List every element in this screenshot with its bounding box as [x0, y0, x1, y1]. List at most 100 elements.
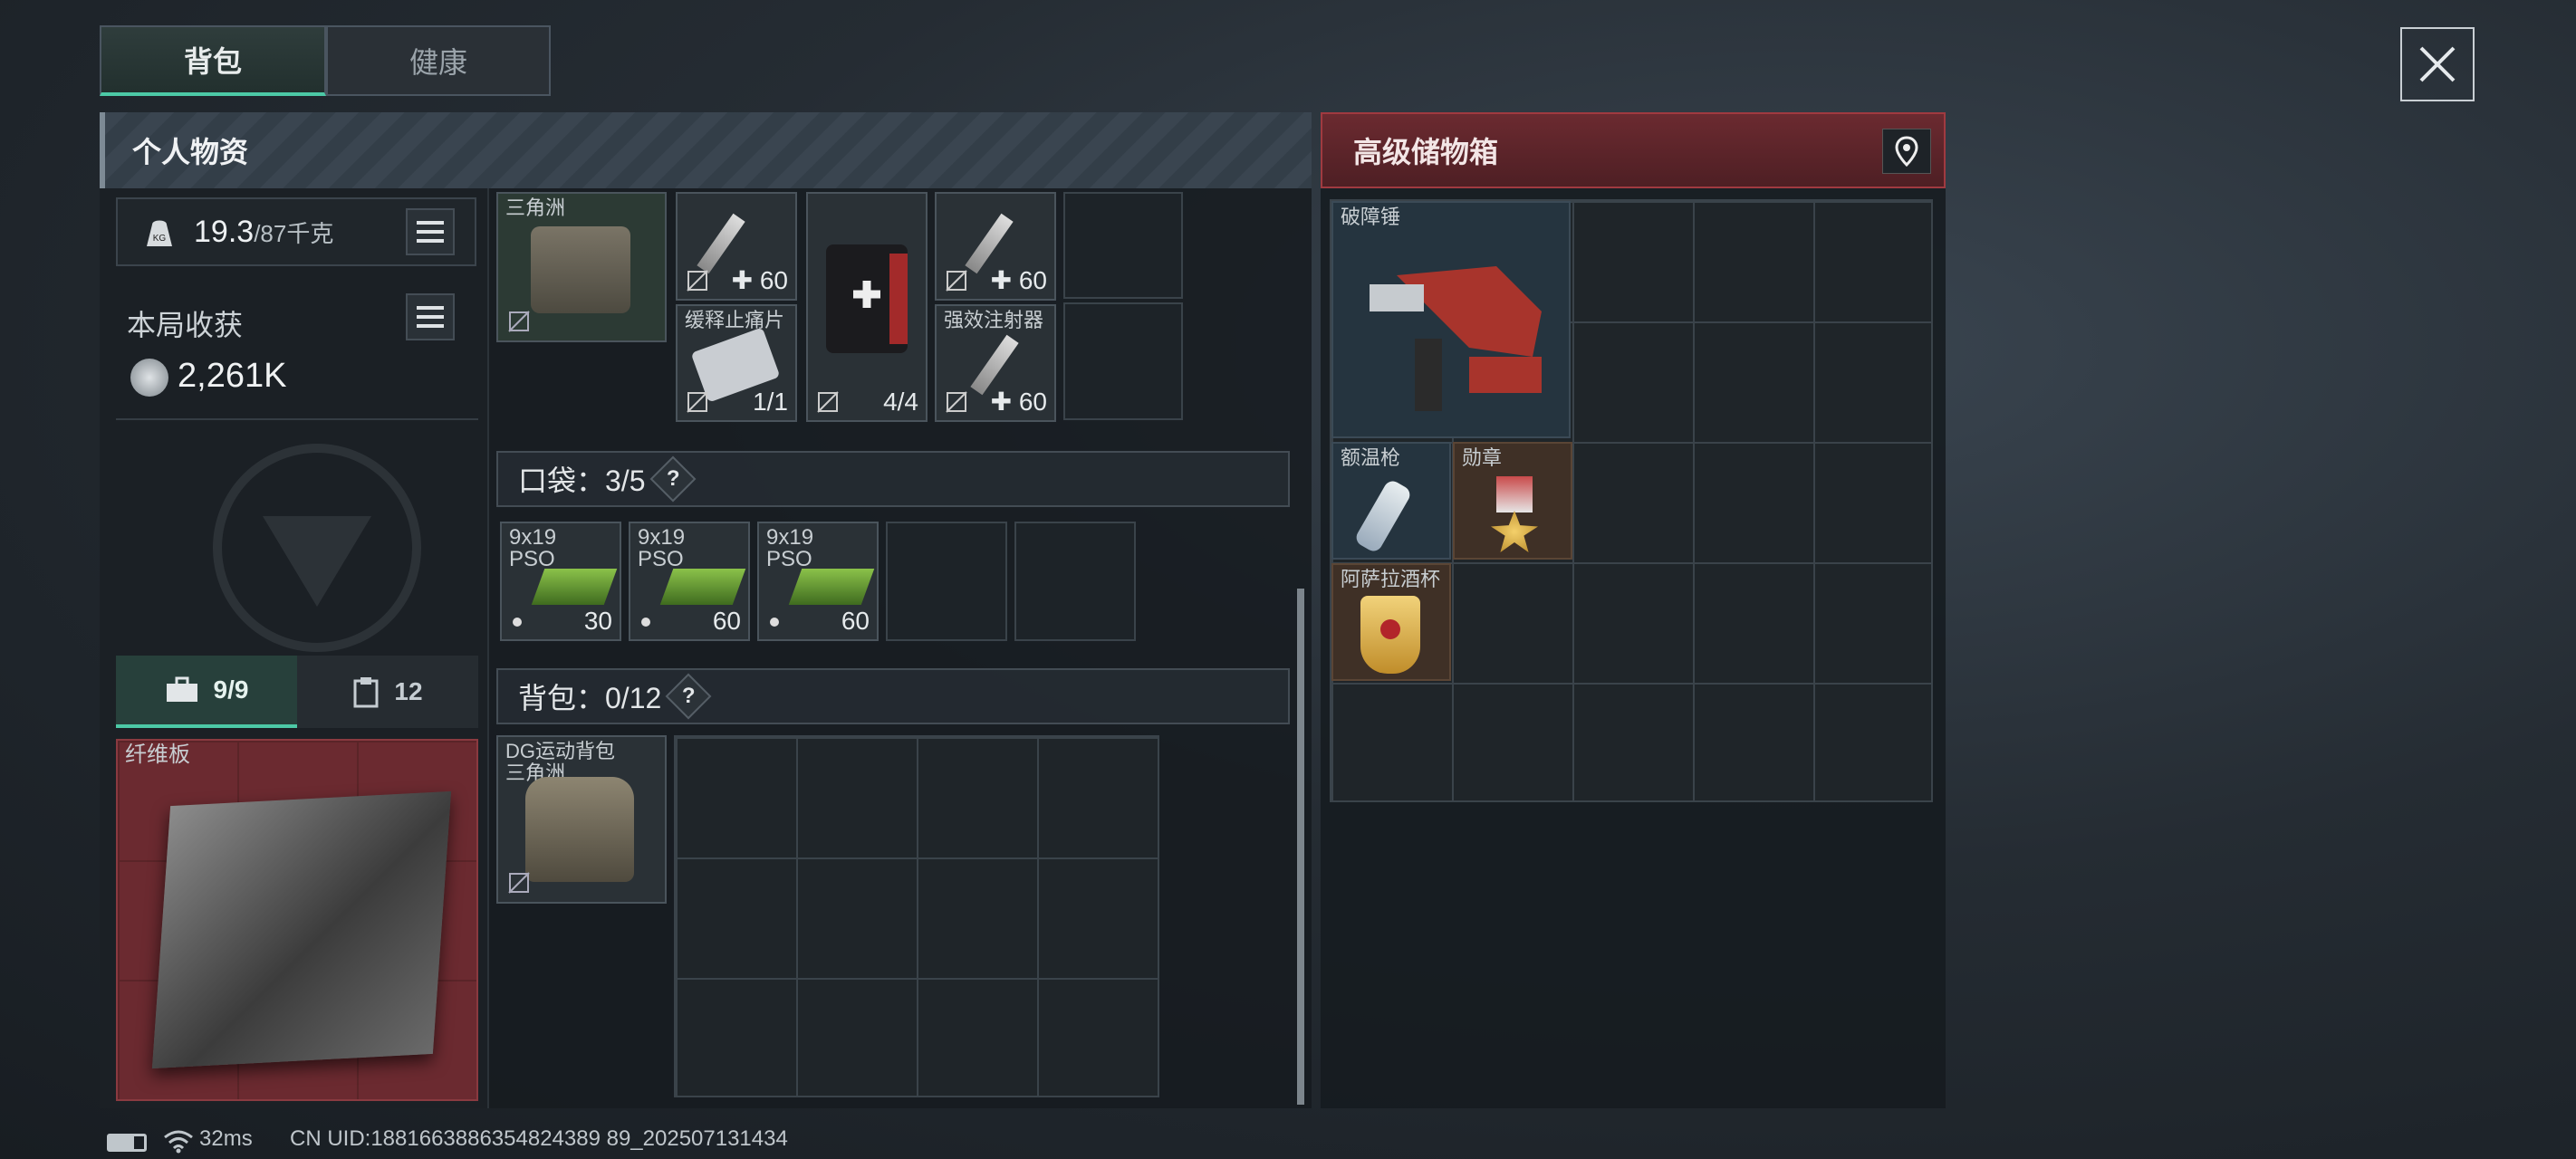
toolbox-icon: [166, 676, 197, 702]
storage-item-medal[interactable]: 勋章: [1453, 442, 1572, 560]
rig-empty-slot[interactable]: [1063, 302, 1183, 420]
tab-health-label: 健康: [409, 46, 467, 79]
location-pin-button[interactable]: [1882, 129, 1931, 174]
pocket-ammo-2[interactable]: 9x19 PSO 60: [629, 522, 750, 641]
pockets-bar: 口袋：3/5 ?: [496, 451, 1290, 507]
storage-item-thermometer[interactable]: 额温枪: [1331, 442, 1451, 560]
unlinked-icon: [687, 391, 708, 413]
goblet-icon: [1360, 596, 1420, 674]
medal-ribbon-icon: [1496, 476, 1533, 512]
ammo-name: 9x19 PSO: [509, 525, 557, 571]
fiber-plate-icon: [151, 790, 452, 1069]
pills-count: 1/1: [753, 388, 788, 416]
pockets-help-button[interactable]: ?: [649, 455, 696, 503]
breach-hammer-label: 破障锤: [1341, 206, 1401, 228]
armor-slot[interactable]: 纤维板: [116, 739, 478, 1101]
weight-max: /87千克: [254, 219, 334, 247]
storage-item-breach-hammer[interactable]: 破障锤: [1331, 201, 1571, 438]
storage-header: 高级储物箱: [1321, 112, 1946, 188]
equipment-count: 9/9: [213, 675, 249, 704]
unlinked-icon: [508, 872, 530, 894]
tab-clipboard[interactable]: 12: [297, 656, 478, 728]
close-button[interactable]: [2400, 27, 2475, 101]
pocket-ammo-3[interactable]: 9x19 PSO 60: [757, 522, 879, 641]
drill-icon: [1370, 266, 1542, 411]
thermometer-label: 额温枪: [1341, 446, 1401, 469]
uid-text: CN UID:1881663886354824389 89_2025071314…: [290, 1126, 788, 1151]
ammo-name: 9x19 PSO: [638, 525, 686, 571]
medal-label: 勋章: [1462, 446, 1503, 469]
emblem-watermark-icon: [213, 444, 421, 652]
rig-item-injector-2[interactable]: ✚ 60: [935, 192, 1056, 301]
rig-item-pills[interactable]: 缓释止痛片 1/1: [676, 304, 797, 422]
medkit-count: 4/4: [883, 388, 918, 416]
pills-label: 缓释止痛片: [685, 309, 785, 331]
dot-icon: [770, 618, 779, 627]
clipboard-count: 12: [394, 677, 423, 705]
thermometer-icon: [1353, 477, 1413, 555]
unlinked-icon: [508, 311, 530, 332]
dot-icon: [513, 618, 522, 627]
pocket-empty-slot[interactable]: [886, 522, 1007, 641]
pocket-empty-slot[interactable]: [1014, 522, 1136, 641]
storage-item-cup[interactable]: 阿萨拉酒杯: [1331, 563, 1451, 681]
ping-text: 32ms: [199, 1126, 253, 1151]
backpack-bar: 背包：0/12 ?: [496, 668, 1290, 724]
divider: [116, 418, 478, 420]
rig-item-medkit[interactable]: 4/4: [806, 192, 928, 422]
tab-equipment[interactable]: 9/9: [116, 656, 297, 728]
cup-label: 阿萨拉酒杯: [1341, 568, 1441, 590]
close-icon: [2419, 46, 2456, 82]
rig-item-injector-1[interactable]: ✚ 60: [676, 192, 797, 301]
rig-slot[interactable]: 三角洲: [496, 192, 667, 342]
medkit-icon: [826, 244, 908, 353]
rig-item-value: ✚ 60: [990, 388, 1047, 416]
weight-icon: KG: [147, 220, 172, 246]
earnings-list-button[interactable]: [406, 293, 455, 340]
ammo-box-icon: [788, 569, 875, 605]
pockets-label: 口袋：3/5: [518, 465, 646, 497]
scrollbar[interactable]: [1297, 589, 1304, 1105]
unlinked-icon: [687, 270, 708, 292]
storage-title: 高级储物箱: [1353, 136, 1499, 168]
coin-icon: [130, 359, 168, 397]
tab-backpack[interactable]: 背包: [100, 25, 326, 96]
dot-icon: [641, 618, 650, 627]
personal-header: 个人物资: [100, 112, 1312, 188]
strong-injector-label: 强效注射器: [944, 309, 1044, 331]
rig-empty-slot[interactable]: [1063, 192, 1183, 299]
tab-health[interactable]: 健康: [326, 25, 551, 96]
unlinked-icon: [946, 270, 967, 292]
weight-value: 19.3: [194, 214, 255, 249]
ammo-box-icon: [531, 569, 618, 605]
ammo-box-icon: [659, 569, 746, 605]
location-pin-icon: [1895, 136, 1918, 167]
tab-backpack-label: 背包: [183, 45, 242, 78]
unlinked-icon: [946, 391, 967, 413]
ammo-name: 9x19 PSO: [766, 525, 814, 571]
ammo-count: 30: [583, 607, 612, 635]
earnings-label: 本局收获: [127, 309, 244, 341]
wifi-icon: [164, 1130, 193, 1154]
medal-star-icon: [1491, 511, 1538, 552]
earnings-value: 2,261K: [178, 357, 287, 395]
personal-title: 个人物资: [132, 136, 249, 168]
ammo-count: 60: [712, 607, 741, 635]
battery-icon: [107, 1134, 147, 1152]
backpack-help-button[interactable]: ?: [665, 673, 712, 720]
backpack-icon: [525, 777, 634, 882]
rig-item-value: ✚ 60: [990, 266, 1047, 294]
weight-list-button[interactable]: [406, 208, 455, 255]
pocket-ammo-1[interactable]: 9x19 PSO 30: [500, 522, 621, 641]
chest-rig-icon: [531, 226, 630, 313]
backpack-label: 背包：0/12: [518, 682, 662, 714]
unlinked-icon: [817, 391, 839, 413]
rig-item-strong-injector[interactable]: 强效注射器 ✚ 60: [935, 304, 1056, 422]
svg-text:KG: KG: [153, 234, 167, 244]
rig-label: 三角洲: [505, 196, 566, 219]
backpack-item[interactable]: DG运动背包 三角洲: [496, 735, 667, 904]
clipboard-icon: [353, 677, 379, 708]
backpack-grid[interactable]: [674, 735, 1159, 1097]
ammo-count: 60: [841, 607, 870, 635]
armor-label: 纤维板: [125, 742, 190, 767]
